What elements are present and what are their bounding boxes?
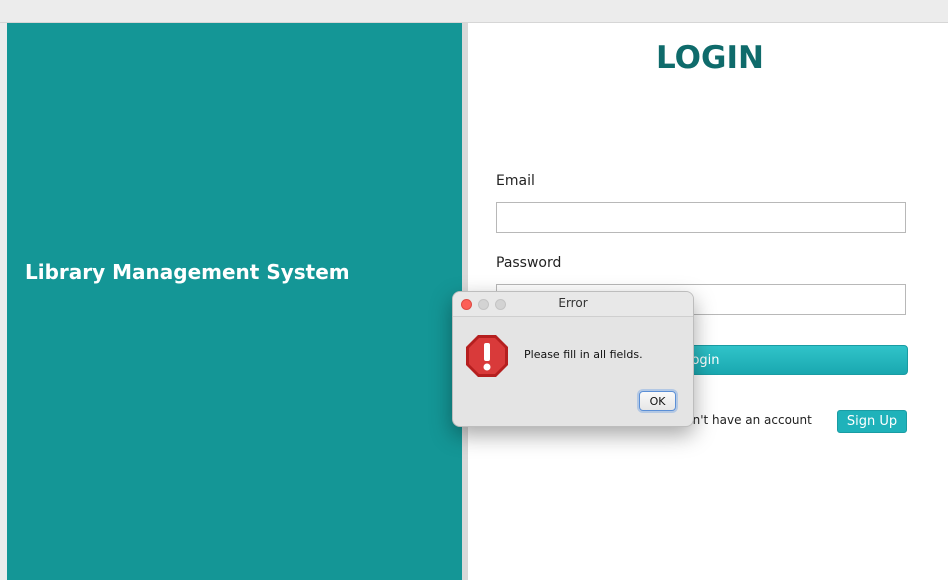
brand-panel: Library Management System — [7, 23, 462, 580]
login-heading: LOGIN — [656, 40, 764, 76]
window-titlebar — [0, 0, 948, 23]
dialog-titlebar[interactable]: Error — [453, 292, 693, 317]
no-account-text: Don't have an account — [676, 413, 812, 427]
dialog-title: Error — [558, 296, 588, 310]
signup-button[interactable]: Sign Up — [837, 410, 907, 433]
email-label: Email — [496, 173, 535, 189]
email-field[interactable] — [496, 202, 906, 233]
password-label: Password — [496, 255, 562, 271]
error-dialog: Error Please fill in all fields. OK — [452, 291, 694, 427]
ok-button[interactable]: OK — [639, 391, 676, 411]
error-stop-icon — [466, 335, 508, 377]
dialog-message: Please fill in all fields. — [524, 348, 643, 361]
app-title: Library Management System — [25, 260, 350, 284]
